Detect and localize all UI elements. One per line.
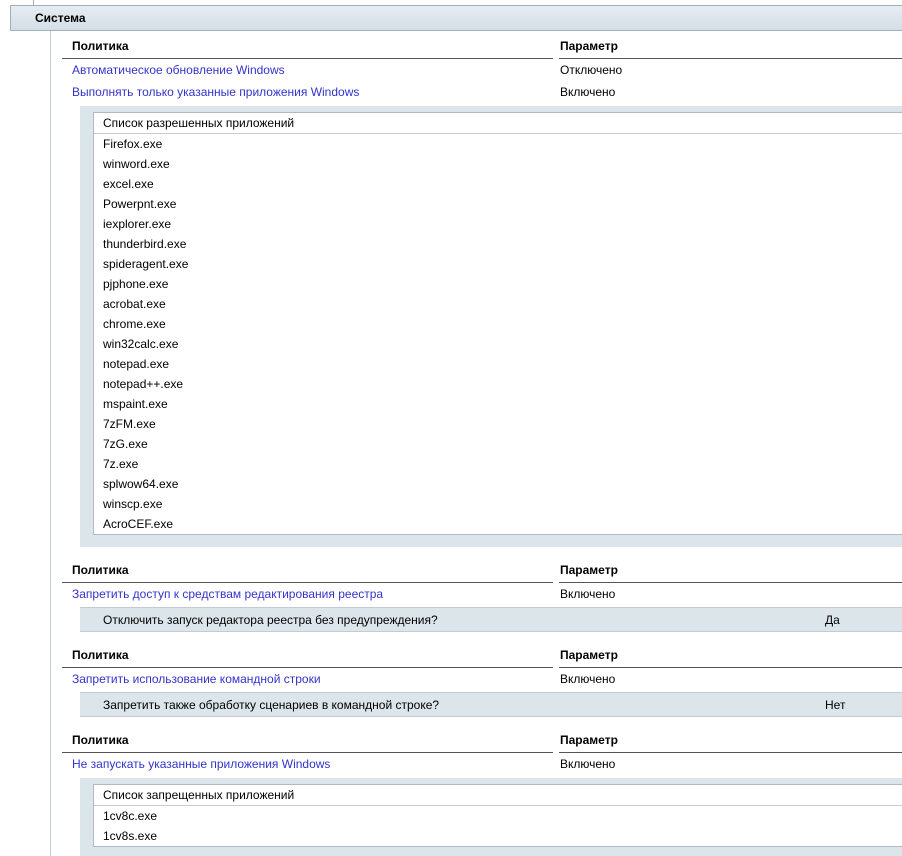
section-content: Политика Параметр Автоматическое обновле… <box>50 31 902 856</box>
list-item: 7zG.exe <box>94 434 902 454</box>
list-item: 7zFM.exe <box>94 414 902 434</box>
allowed-apps-list-box: Список разрешенных приложений Firefox.ex… <box>93 112 902 535</box>
policy-column-header: Политика <box>62 727 553 753</box>
policy-link-block-registry-tools[interactable]: Запретить доступ к средствам редактирова… <box>72 587 383 601</box>
policy-link-dont-run-specified[interactable]: Не запускать указанные приложения Window… <box>72 757 330 771</box>
policy-setting-value: Включено <box>559 668 902 690</box>
list-item: thunderbird.exe <box>94 234 902 254</box>
list-item: excel.exe <box>94 174 902 194</box>
list-item: iexplorer.exe <box>94 214 902 234</box>
policy-row: Запретить использование командной строки… <box>62 668 902 690</box>
section-title: Система <box>35 11 86 25</box>
list-item: Firefox.exe <box>94 134 902 154</box>
table-header-row: Политика Параметр <box>62 727 902 753</box>
list-item: 1cv8s.exe <box>94 826 902 846</box>
policy-column-header: Политика <box>62 33 553 59</box>
list-title: Список запрещенных приложений <box>94 785 902 806</box>
question-text: Отключить запуск редактора реестра без п… <box>103 613 438 627</box>
list-item: splwow64.exe <box>94 474 902 494</box>
setting-column-header: Параметр <box>559 727 902 753</box>
policy-column-header: Политика <box>62 642 553 668</box>
policy-link-run-only-specified[interactable]: Выполнять только указанные приложения Wi… <box>72 85 359 99</box>
question-text: Запретить также обработку сценариев в ко… <box>103 698 439 712</box>
list-item: 1cv8c.exe <box>94 806 902 826</box>
policy-table-command-prompt: Политика Параметр Запретить использовани… <box>62 642 902 690</box>
list-item: winscp.exe <box>94 494 902 514</box>
policy-setting-value: Включено <box>559 753 902 775</box>
list-item: AcroCEF.exe <box>94 514 902 534</box>
policy-setting-value: Включено <box>559 81 902 103</box>
list-item: chrome.exe <box>94 314 902 334</box>
policy-row: Не запускать указанные приложения Window… <box>62 753 902 775</box>
policy-link-block-cmd[interactable]: Запретить использование командной строки <box>72 672 321 686</box>
list-item: winword.exe <box>94 154 902 174</box>
policy-table-registry-tools: Политика Параметр Запретить доступ к сре… <box>62 557 902 605</box>
question-row: Отключить запуск редактора реестра без п… <box>80 607 902 632</box>
list-title: Список разрешенных приложений <box>94 113 902 134</box>
question-answer: Нет <box>825 698 845 712</box>
table-header-row: Политика Параметр <box>62 557 902 583</box>
policy-link-auto-update[interactable]: Автоматическое обновление Windows <box>72 63 285 77</box>
policy-setting-value: Включено <box>559 583 902 605</box>
allowed-apps-panel: Список разрешенных приложений Firefox.ex… <box>80 106 902 547</box>
policy-row: Выполнять только указанные приложения Wi… <box>62 81 902 103</box>
policy-setting-value: Отключено <box>559 59 902 81</box>
table-header-row: Политика Параметр <box>62 642 902 668</box>
list-item: acrobat.exe <box>94 294 902 314</box>
list-item: pjphone.exe <box>94 274 902 294</box>
blocked-apps-panel: Список запрещенных приложений 1cv8c.exe … <box>80 778 902 856</box>
section-header-system[interactable]: Система <box>10 5 902 31</box>
list-item: spideragent.exe <box>94 254 902 274</box>
policy-row: Запретить доступ к средствам редактирова… <box>62 583 902 605</box>
blocked-apps-list-box: Список запрещенных приложений 1cv8c.exe … <box>93 784 902 847</box>
gp-report-system-section: Система Политика Параметр Автоматическое… <box>0 0 902 856</box>
previous-section-border <box>33 0 34 5</box>
policy-table-blocked-apps: Политика Параметр Не запускать указанные… <box>62 727 902 775</box>
policy-column-header: Политика <box>62 557 553 583</box>
question-row: Запретить также обработку сценариев в ко… <box>80 692 902 717</box>
policy-row: Автоматическое обновление Windows Отключ… <box>62 59 902 81</box>
list-item: Powerpnt.exe <box>94 194 902 214</box>
list-item: mspaint.exe <box>94 394 902 414</box>
list-item: win32calc.exe <box>94 334 902 354</box>
list-item: 7z.exe <box>94 454 902 474</box>
setting-column-header: Параметр <box>559 557 902 583</box>
setting-column-header: Параметр <box>559 33 902 59</box>
table-header-row: Политика Параметр <box>62 33 902 59</box>
question-answer: Да <box>825 613 840 627</box>
policy-table-windows-update: Политика Параметр Автоматическое обновле… <box>62 33 902 103</box>
list-item: notepad.exe <box>94 354 902 374</box>
list-item: notepad++.exe <box>94 374 902 394</box>
setting-column-header: Параметр <box>559 642 902 668</box>
